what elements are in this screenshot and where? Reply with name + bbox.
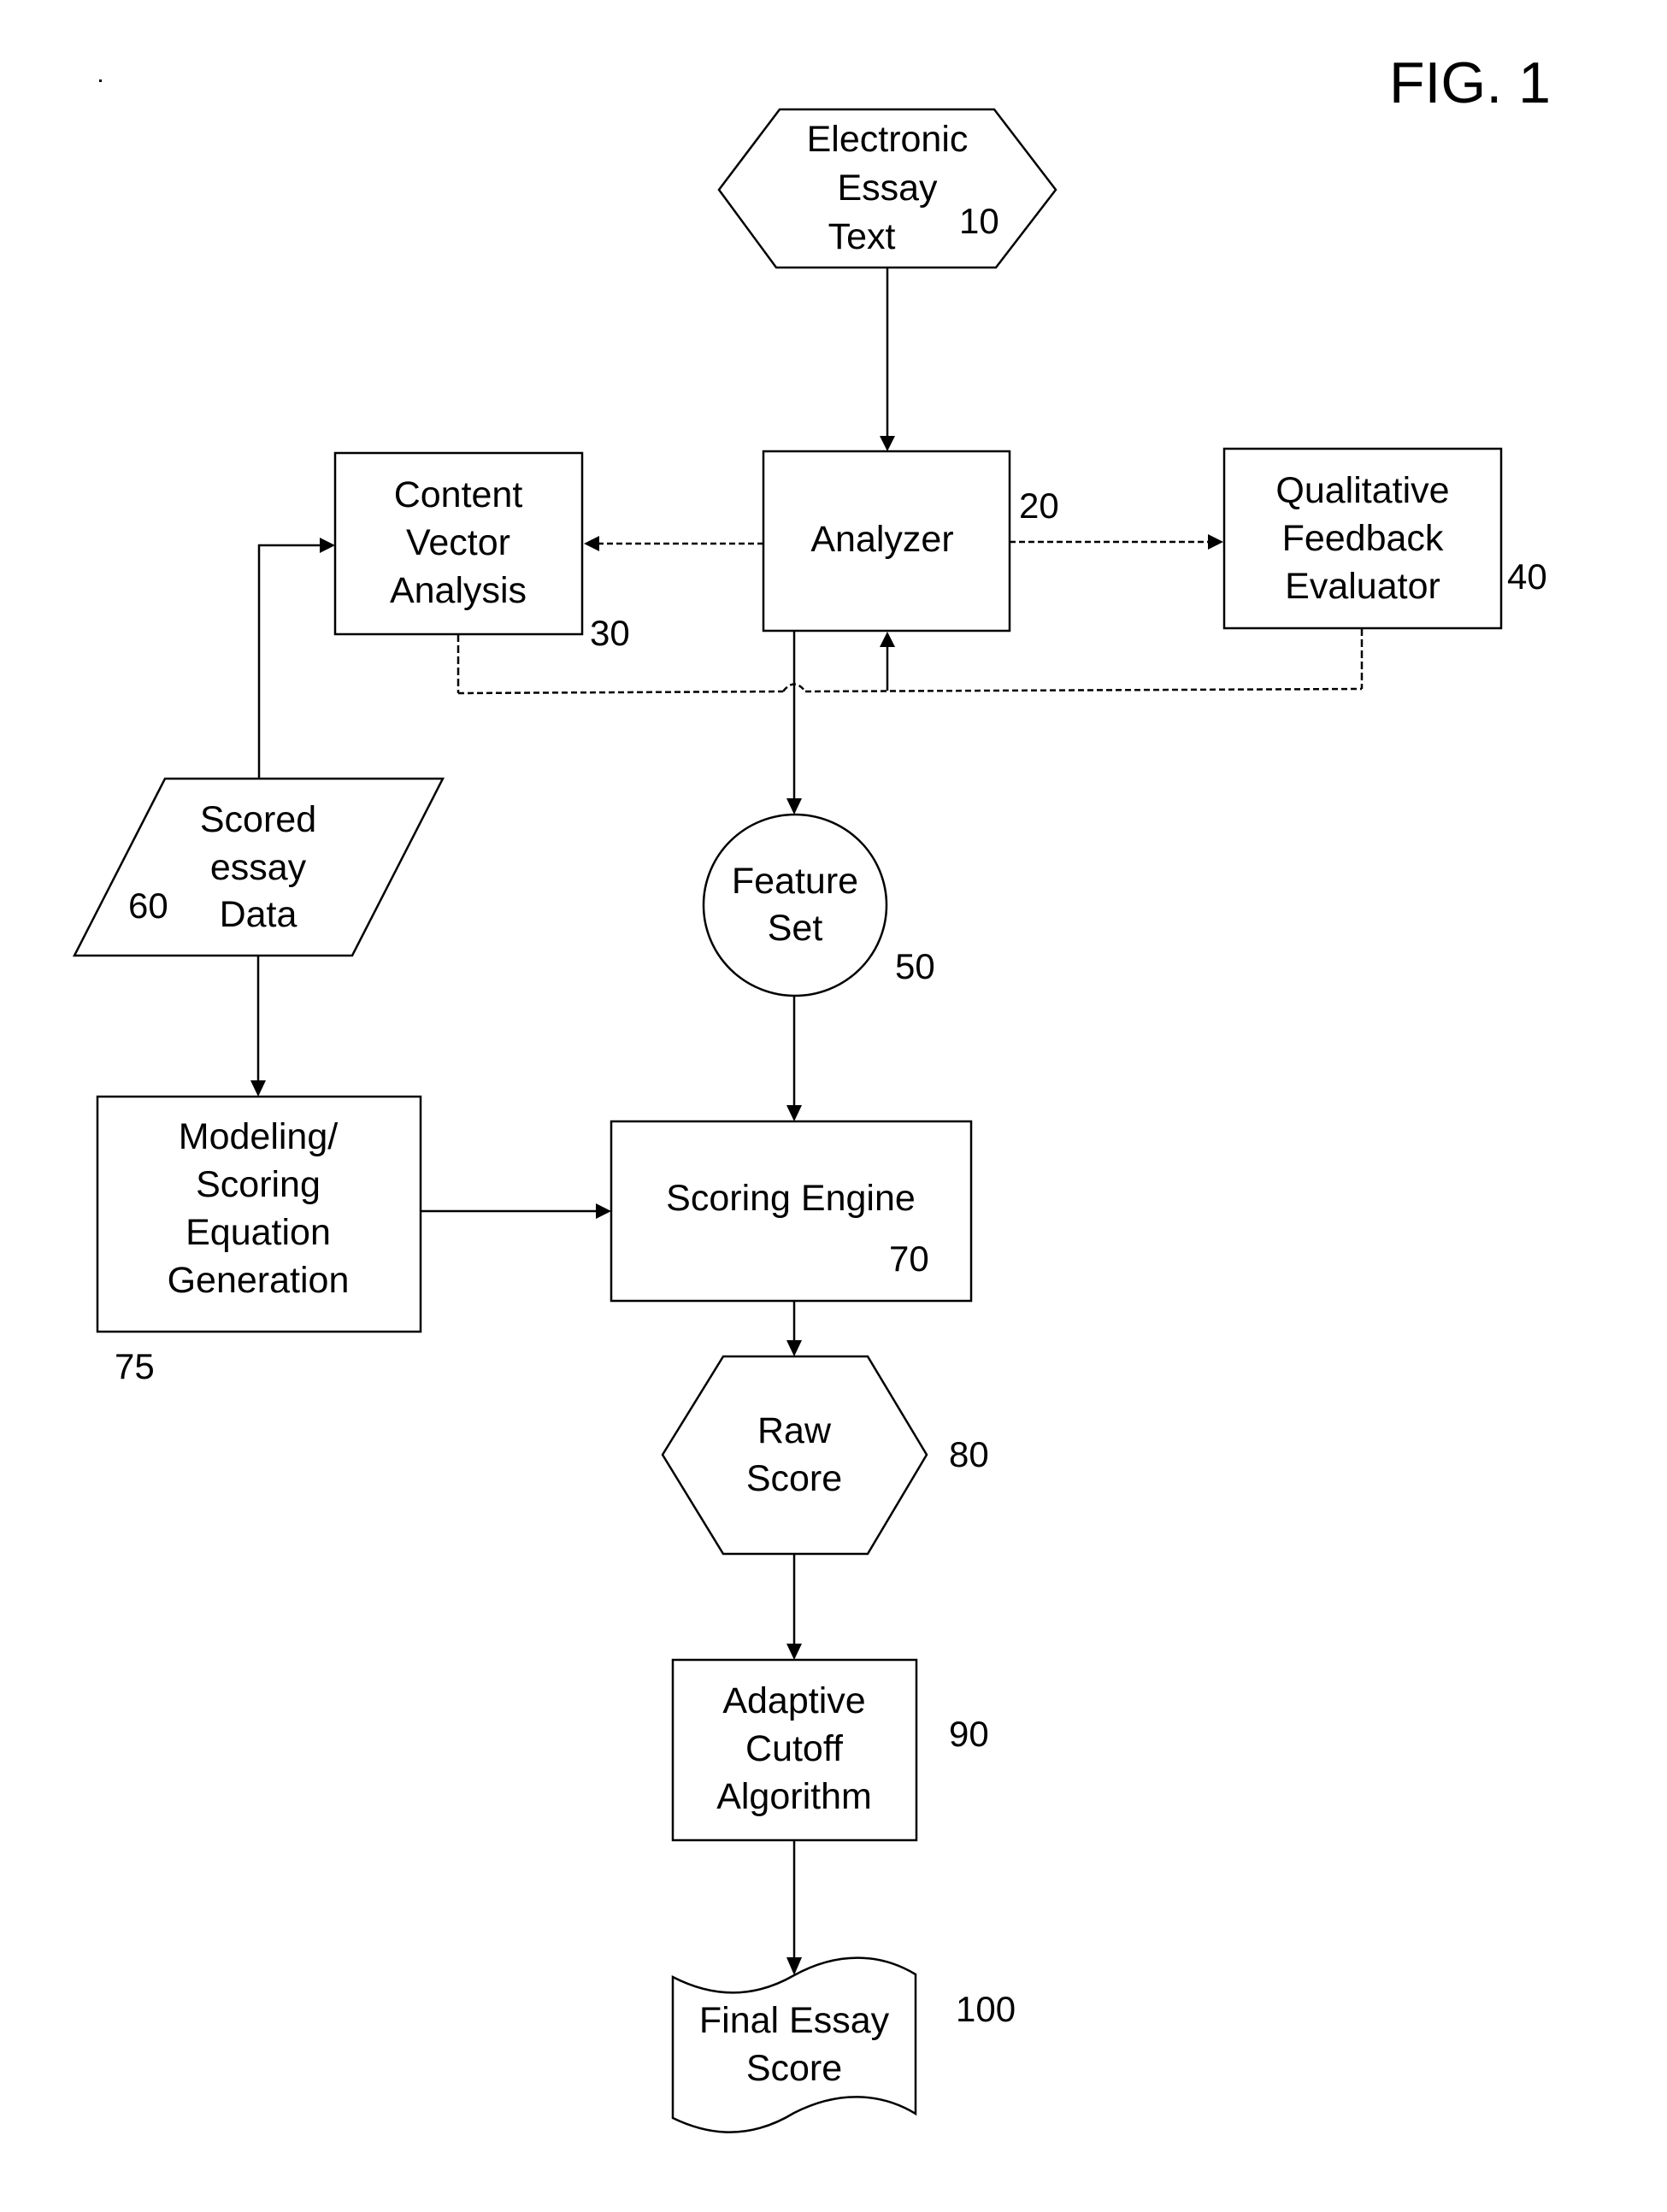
edge-feature-to-scoring xyxy=(786,996,802,1121)
node-label-line: Score xyxy=(746,2048,842,2089)
ref-number: 80 xyxy=(949,1434,989,1474)
node-label-line: Scoring xyxy=(196,1164,321,1205)
flowchart-canvas: FIG. 1 Electronic Essay Text 10 Analyzer… xyxy=(72,50,1551,2133)
node-label-line: Analysis xyxy=(390,570,527,611)
node-label-line: Final Essay xyxy=(699,2000,890,2041)
node-label-line: Analyzer xyxy=(810,519,953,560)
node-modeling-scoring-equation-generation[interactable]: Modeling/ Scoring Equation Generation 75 xyxy=(96,1095,422,1386)
ref-number: 20 xyxy=(1019,485,1059,526)
node-label-line: Vector xyxy=(406,522,510,563)
node-label-line: Content xyxy=(394,474,523,515)
node-label-line: Data xyxy=(220,894,297,935)
node-label-line: Qualitative xyxy=(1275,470,1449,511)
ref-number: 75 xyxy=(115,1346,155,1386)
ref-number: 50 xyxy=(895,946,935,986)
node-electronic-essay-text[interactable]: Electronic Essay Text 10 xyxy=(717,108,1057,269)
ref-number: 60 xyxy=(128,885,168,926)
node-label-line: essay xyxy=(210,847,307,888)
node-label-line: Electronic xyxy=(807,119,969,160)
node-label-line: Adaptive xyxy=(722,1680,865,1721)
edge-essay-to-analyzer xyxy=(880,268,895,451)
node-label-line: Text xyxy=(828,216,896,257)
node-label-line: Equation xyxy=(186,1212,331,1253)
edge-analyzer-to-content-vector xyxy=(584,536,763,551)
edge-scored-to-content-vector xyxy=(257,538,335,779)
ref-number: 10 xyxy=(959,201,999,241)
edge-scoring-to-raw xyxy=(786,1301,802,1356)
edge-modeling-to-scoring xyxy=(421,1203,611,1219)
ref-number: 100 xyxy=(956,1989,1016,2029)
edge-analyzer-to-feature-set xyxy=(786,632,802,815)
ref-number: 30 xyxy=(590,613,630,653)
node-label-line: Feedback xyxy=(1282,518,1444,559)
node-adaptive-cutoff-algorithm[interactable]: Adaptive Cutoff Algorithm 90 xyxy=(671,1658,989,1842)
node-qualitative-feedback-evaluator[interactable]: Qualitative Feedback Evaluator 40 xyxy=(1222,447,1547,630)
node-label-line: Scoring Engine xyxy=(666,1178,916,1219)
node-raw-score[interactable]: Raw Score 80 xyxy=(661,1355,989,1556)
node-label-line: Evaluator xyxy=(1285,566,1440,607)
node-label-line: Scored xyxy=(200,799,316,840)
scan-speck xyxy=(99,79,102,82)
node-scoring-engine[interactable]: Scoring Engine 70 xyxy=(610,1120,973,1303)
node-label-line: Set xyxy=(768,908,823,949)
edge-adaptive-to-final xyxy=(786,1840,802,1975)
edge-scored-to-modeling xyxy=(250,956,266,1097)
ref-number: 40 xyxy=(1507,556,1547,597)
node-label-line: Feature xyxy=(732,861,858,902)
edge-analyzer-to-qualitative xyxy=(1010,534,1223,550)
node-final-essay-score[interactable]: Final Essay Score 100 xyxy=(671,1956,1016,2133)
node-label-line: Generation xyxy=(168,1260,350,1301)
figure-title: FIG. 1 xyxy=(1389,50,1551,115)
node-label-line: Score xyxy=(746,1458,842,1499)
node-label-line: Algorithm xyxy=(716,1776,872,1817)
ref-number: 70 xyxy=(889,1238,929,1279)
node-feature-set[interactable]: Feature Set 50 xyxy=(702,813,935,997)
node-label-line: Essay xyxy=(837,168,938,209)
edge-raw-to-adaptive xyxy=(786,1554,802,1660)
node-label-line: Modeling/ xyxy=(179,1116,338,1157)
ref-number: 90 xyxy=(949,1714,989,1754)
node-scored-essay-data[interactable]: Scored essay Data 60 xyxy=(72,777,445,957)
node-label-line: Raw xyxy=(757,1410,832,1451)
node-content-vector-analysis[interactable]: Content Vector Analysis 30 xyxy=(333,451,630,653)
node-label-line: Cutoff xyxy=(745,1728,844,1769)
